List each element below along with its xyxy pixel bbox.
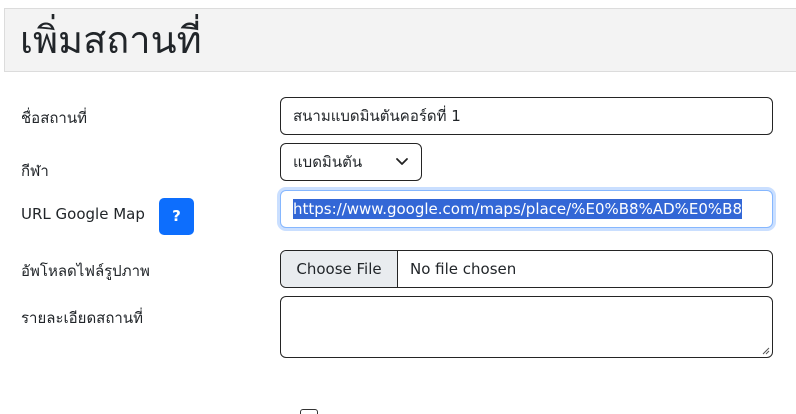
sport-label: กีฬา [21,162,49,180]
image-upload-label: อัพโหลดไฟล์รูปภาพ [21,262,150,280]
sport-select[interactable]: แบดมินตัน [280,143,422,181]
resize-grip-icon[interactable] [762,347,770,355]
file-status-text: No file chosen [410,260,517,278]
place-name-label: ชื่อสถานที่ [21,109,87,127]
page-header: เพิ่มสถานที่ [4,8,796,72]
place-name-input[interactable]: สนามแบดมินตันคอร์ดที่ 1 [280,97,773,135]
place-name-value: สนามแบดมินตันคอร์ดที่ 1 [293,107,461,125]
add-place-page: เพิ่มสถานที่ ชื่อสถานที่ สนามแบดมินตันคอ… [0,0,796,414]
sport-selected-value: แบดมินตัน [293,153,363,171]
map-url-help-button[interactable]: ? [159,198,194,235]
image-upload-input[interactable]: Choose File No file chosen [280,250,773,288]
map-url-label: URL Google Map [21,205,145,223]
map-url-value: https://www.google.com/maps/place/%E0%B8… [293,199,743,219]
next-row-checkbox[interactable] [300,409,318,414]
description-textarea[interactable] [280,296,773,358]
page-title: เพิ่มสถานที่ [20,18,202,62]
chevron-down-icon [396,158,408,165]
map-url-input[interactable]: https://www.google.com/maps/place/%E0%B8… [280,190,773,228]
choose-file-button[interactable]: Choose File [281,251,398,287]
description-label: รายละเอียดสถานที่ [21,309,143,327]
